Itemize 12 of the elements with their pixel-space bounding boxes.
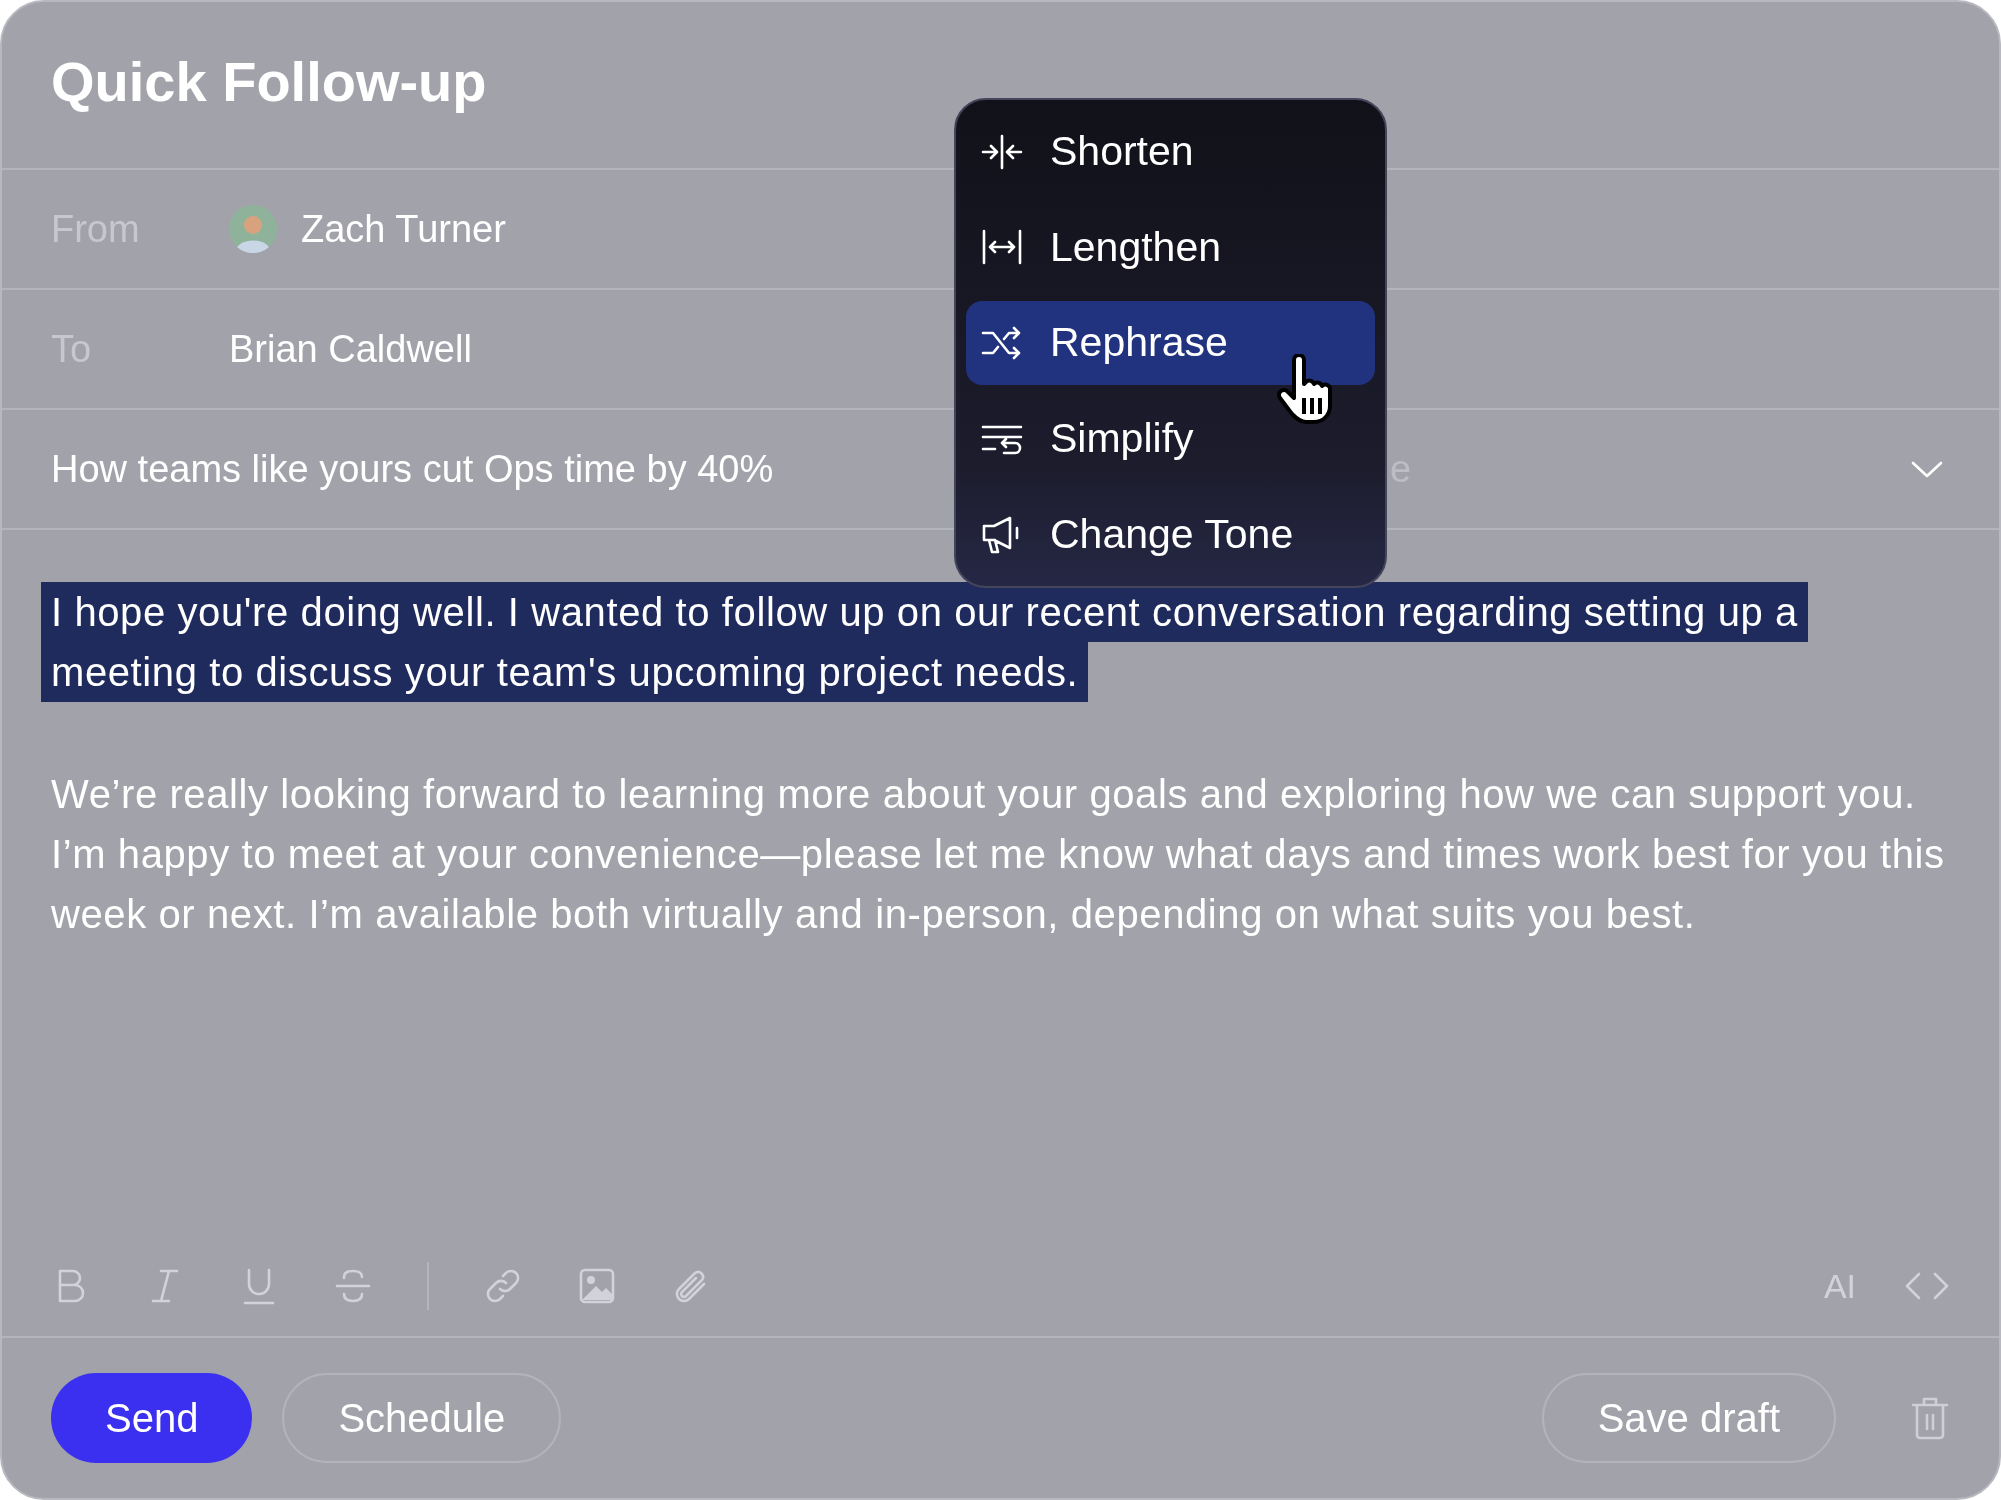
avatar-icon <box>229 205 277 253</box>
menu-item[interactable]: Rephrase <box>966 301 1375 385</box>
window-title: Quick Follow-up <box>51 49 487 115</box>
menu-item[interactable]: Change Tone <box>966 492 1375 577</box>
chevron-down-icon[interactable] <box>1910 459 1944 479</box>
image-icon[interactable] <box>577 1266 617 1306</box>
trash-icon[interactable] <box>1910 1395 1950 1441</box>
send-button[interactable]: Send <box>51 1373 253 1463</box>
menu-item[interactable]: Lengthen <box>966 205 1375 290</box>
menu-item[interactable]: Shorten <box>966 109 1375 194</box>
menu-item[interactable]: Simplify <box>966 396 1375 481</box>
sender-name: Zach Turner <box>301 207 506 251</box>
